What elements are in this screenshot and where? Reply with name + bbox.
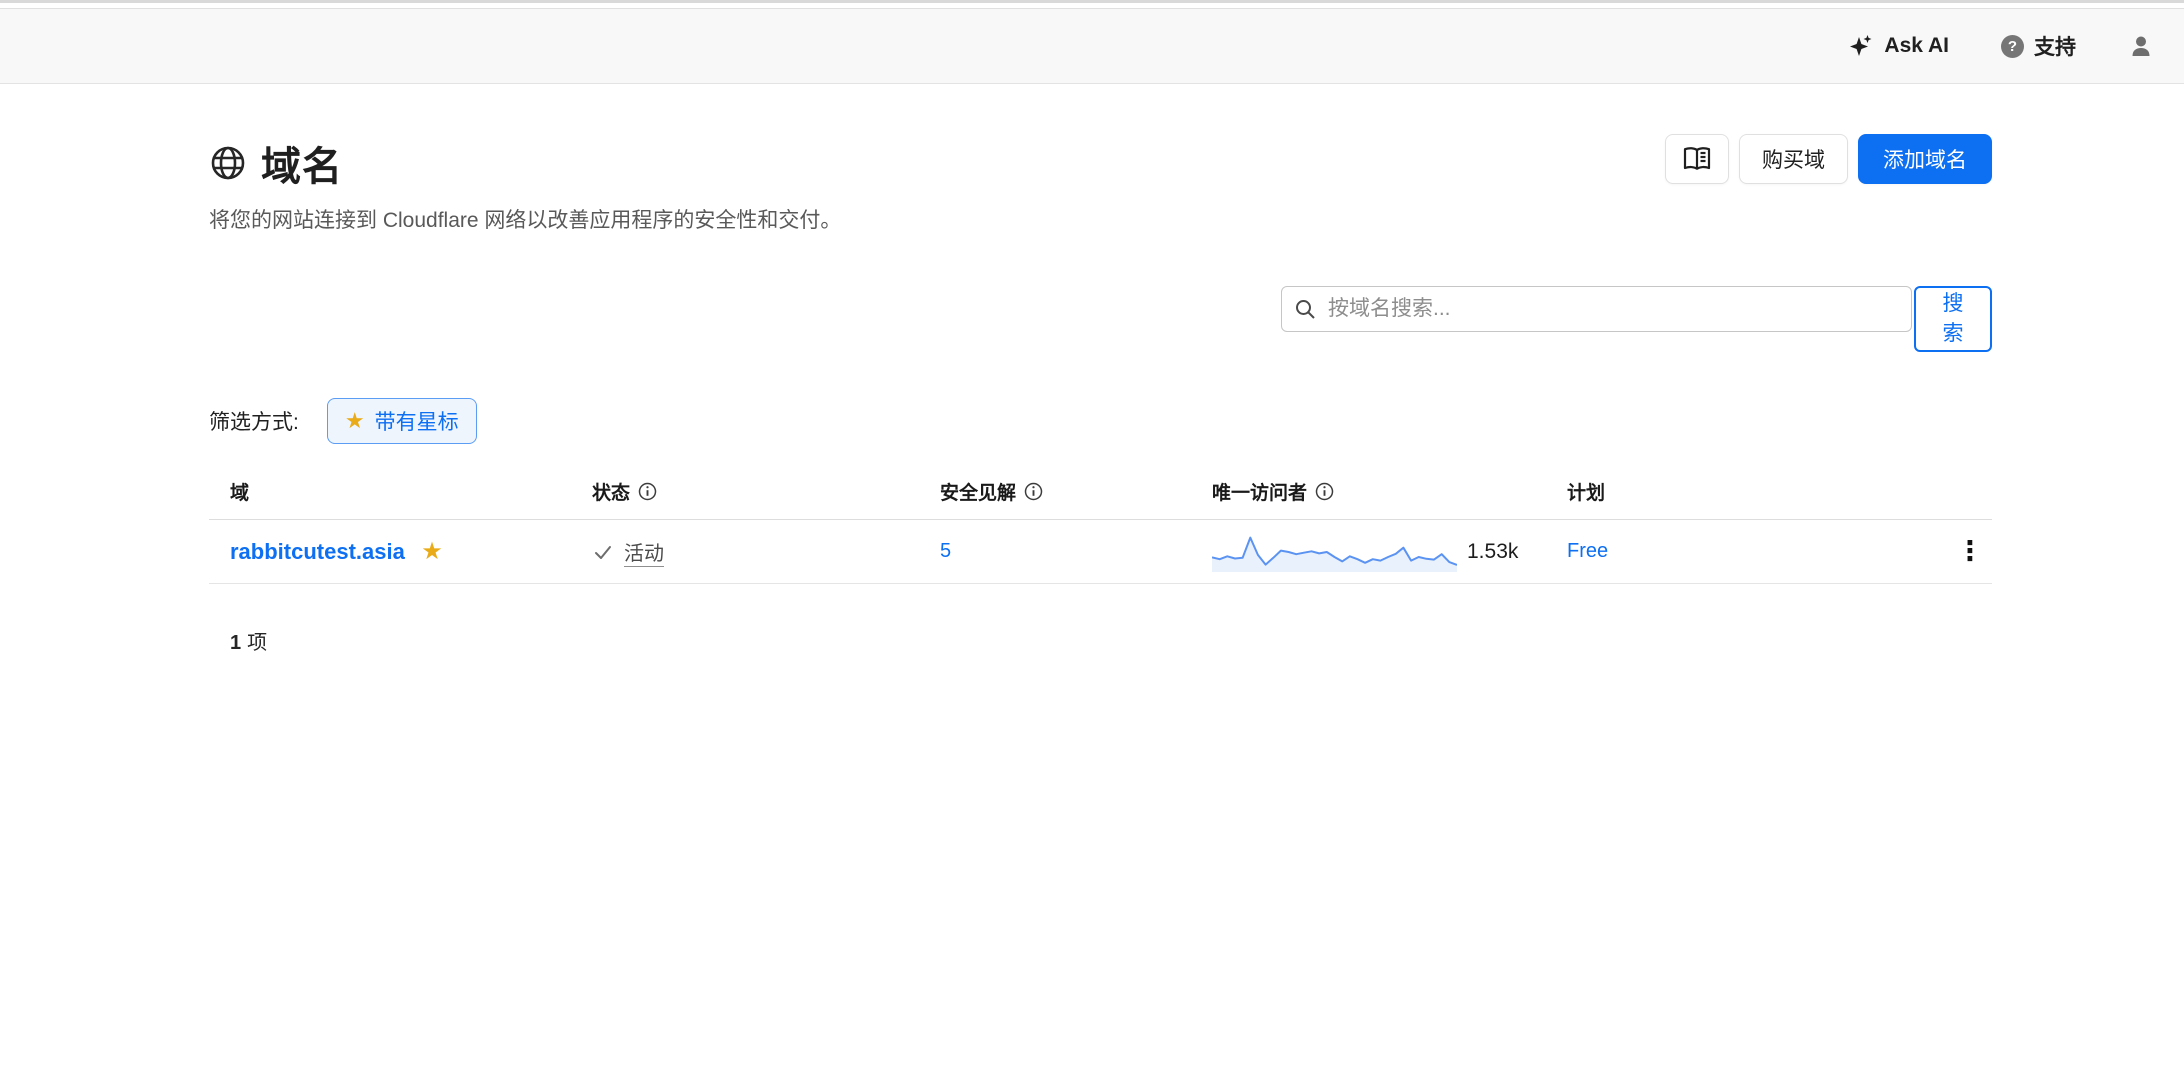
- column-label: 唯一访问者: [1212, 478, 1307, 505]
- status-badge[interactable]: 活动: [624, 537, 664, 567]
- domain-link[interactable]: rabbitcutest.asia: [230, 539, 405, 564]
- page-title: 域名: [261, 134, 343, 192]
- buy-domain-button[interactable]: 购买域: [1739, 134, 1848, 184]
- filter-row: 筛选方式: ★ 带有星标: [209, 398, 1992, 444]
- user-icon: [2128, 33, 2154, 59]
- unique-visitors-sparkline: [1212, 532, 1457, 572]
- sparkle-icon: [1848, 33, 1874, 59]
- column-header-security-insights: 安全见解: [940, 478, 1212, 505]
- check-icon: [592, 541, 614, 563]
- title-buttons: 购买域 添加域名: [1665, 134, 1992, 184]
- info-icon[interactable]: [638, 482, 657, 501]
- security-insights-cell: 5: [940, 540, 1212, 563]
- main-content: 域名 将您的网站连接到 Cloudflare 网络以改善应用程序的安全性和交付。…: [209, 84, 1992, 655]
- globe-icon: [209, 144, 247, 182]
- item-count: 1: [230, 632, 241, 654]
- column-header-plan: 计划: [1567, 478, 1948, 505]
- ask-ai-label: Ask AI: [1884, 34, 1949, 58]
- column-header-unique-visitors: 唯一访问者: [1212, 478, 1567, 505]
- table-row: rabbitcutest.asia ★ 活动 5: [209, 520, 1992, 584]
- starred-icon[interactable]: ★: [421, 538, 443, 565]
- row-actions-button[interactable]: ⋮: [1948, 538, 1992, 565]
- global-header: Ask AI ? 支持: [0, 9, 2184, 84]
- support-menu[interactable]: ? 支持: [2001, 31, 2076, 61]
- unique-visitors-value: 1.53k: [1467, 540, 1518, 564]
- column-header-status: 状态: [592, 478, 940, 505]
- title-row: 域名 将您的网站连接到 Cloudflare 网络以改善应用程序的安全性和交付。…: [209, 134, 1992, 234]
- search-row: 搜索: [209, 286, 1992, 352]
- column-label: 状态: [592, 478, 630, 505]
- account-menu[interactable]: [2128, 33, 2154, 59]
- column-header-domain: 域: [209, 478, 592, 505]
- info-icon[interactable]: [1315, 482, 1334, 501]
- domain-cell: rabbitcutest.asia ★: [209, 539, 592, 565]
- support-label: 支持: [2034, 31, 2076, 61]
- ask-ai-button[interactable]: Ask AI: [1848, 33, 1949, 59]
- starred-filter-label: 带有星标: [375, 406, 459, 436]
- search-button[interactable]: 搜索: [1914, 286, 1992, 352]
- add-domain-button[interactable]: 添加域名: [1858, 134, 1992, 184]
- search-icon: [1294, 298, 1316, 320]
- page-subtitle: 将您的网站连接到 Cloudflare 网络以改善应用程序的安全性和交付。: [209, 204, 841, 234]
- star-icon: ★: [345, 410, 365, 432]
- info-icon[interactable]: [1024, 482, 1043, 501]
- column-label: 域: [230, 478, 249, 505]
- plan-cell: Free: [1567, 540, 1948, 563]
- starred-filter-pill[interactable]: ★ 带有星标: [327, 398, 477, 444]
- item-unit: 项: [247, 632, 267, 654]
- unique-visitors-cell: 1.53k: [1212, 532, 1567, 572]
- docs-button[interactable]: [1665, 134, 1729, 184]
- search-input[interactable]: [1281, 286, 1912, 332]
- open-book-icon: [1682, 146, 1712, 172]
- status-cell: 活动: [592, 537, 940, 567]
- help-icon: ?: [2001, 35, 2024, 58]
- domains-table: 域 状态 安全见解: [209, 478, 1992, 655]
- table-footer: 1项: [209, 626, 1992, 655]
- plan-link[interactable]: Free: [1567, 540, 1608, 562]
- column-label: 安全见解: [940, 478, 1016, 505]
- column-label: 计划: [1567, 478, 1605, 505]
- security-insights-link[interactable]: 5: [940, 540, 951, 562]
- filter-label: 筛选方式:: [209, 406, 299, 436]
- table-header: 域 状态 安全见解: [209, 478, 1992, 520]
